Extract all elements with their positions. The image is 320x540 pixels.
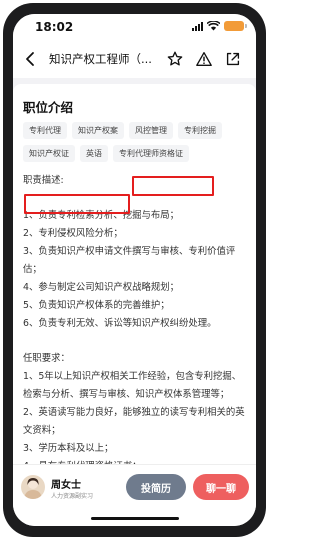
highlight-box-infringement: [24, 194, 130, 214]
tag-item: 知识产权案: [72, 122, 124, 139]
avatar[interactable]: [21, 475, 45, 499]
status-time: 18:02: [35, 20, 74, 34]
tag-item: 英语: [80, 145, 108, 162]
duty-item: 3、负责知识产权申请文件撰写与审核、专利价值评估；: [23, 246, 236, 275]
recruiter-title: 人力资源副实习: [51, 493, 94, 500]
battery-icon: [224, 21, 247, 31]
duty-item: 4、参与制定公司知识产权战略规划；: [23, 282, 179, 293]
submit-resume-button[interactable]: 投简历: [126, 474, 186, 500]
duty-item: 2、专利侵权风险分析；: [23, 228, 123, 239]
duty-item: 6、负责专利无效、诉讼等知识产权纠纷处理。: [23, 318, 217, 329]
signal-icon: [192, 21, 203, 31]
requirement-item: 2、英语读写能力良好，能够独立的读写专利相关的英文资料；: [23, 407, 245, 436]
page-title: 知识产权工程师（...: [49, 52, 152, 66]
share-icon[interactable]: [224, 50, 242, 68]
tag-item: 专利挖掘: [178, 122, 222, 139]
nav-bar: 知识产权工程师（...: [13, 40, 256, 78]
job-description-card: 职位介绍 专利代理 知识产权案 风控管理 专利挖掘 知识产权证 英语 专利代理师…: [13, 84, 256, 472]
app-screen: 18:02 知识产权工程师（... 职位介绍 专利代理 知识产权案 风控管理 专…: [13, 14, 256, 526]
tag-item: 专利代理师资格证: [113, 145, 189, 162]
highlight-box-layout: [132, 176, 214, 196]
wifi-icon: [207, 21, 220, 31]
status-bar: 18:02: [13, 14, 256, 40]
job-description-text: 职责描述: 1、负责专利检索分析、挖掘与布局； 2、专利侵权风险分析； 3、负责…: [23, 172, 249, 476]
bottom-action-bar: 周女士 人力资源副实习 投简历 聊一聊: [13, 464, 256, 526]
star-icon[interactable]: [166, 50, 184, 68]
status-icons: [192, 21, 247, 31]
warning-icon[interactable]: [195, 50, 213, 68]
home-indicator: [91, 517, 179, 520]
requirements-heading: 任职要求：: [23, 353, 70, 364]
phone-frame: 18:02 知识产权工程师（... 职位介绍 专利代理 知识产权案 风控管理 专…: [3, 3, 266, 537]
user-avatar-icon: [24, 478, 42, 499]
back-arrow-icon[interactable]: [21, 49, 41, 69]
tag-item: 知识产权证: [23, 145, 75, 162]
tag-list: 专利代理 知识产权案 风控管理 专利挖掘 知识产权证 英语 专利代理师资格证: [23, 122, 251, 162]
requirement-item: 1、5年以上知识产权相关工作经验，包含专利挖掘、检索与分析、撰写与审核、知识产权…: [23, 371, 242, 400]
recruiter-name: 周女士: [51, 480, 81, 491]
tag-item: 风控管理: [129, 122, 173, 139]
section-title: 职位介绍: [23, 100, 74, 115]
tag-item: 专利代理: [23, 122, 67, 139]
requirement-item: 3、学历本科及以上；: [23, 443, 114, 454]
chat-button[interactable]: 聊一聊: [193, 474, 249, 500]
duty-item: 5、负责知识产权体系的完善维护；: [23, 300, 170, 311]
